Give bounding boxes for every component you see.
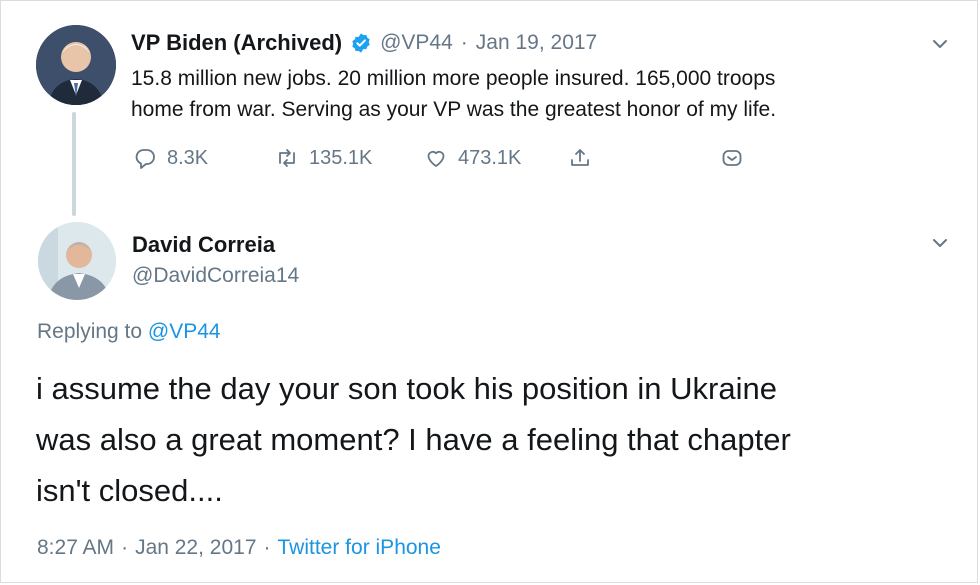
dm-icon — [722, 150, 742, 166]
reply-action[interactable]: 8.3K — [133, 146, 208, 170]
dm-action[interactable] — [720, 146, 744, 170]
share-action[interactable] — [568, 146, 592, 170]
retweet-action[interactable]: 135.1K — [275, 146, 372, 170]
separator-dot: · — [263, 536, 271, 559]
tweet-date[interactable]: Jan 19, 2017 — [476, 31, 597, 55]
verified-badge-icon — [350, 32, 372, 54]
like-count: 473.1K — [458, 146, 522, 169]
reply-author-handle[interactable]: @DavidCorreia14 — [132, 264, 299, 288]
reply-text-line-3: isn't closed.... — [36, 473, 223, 508]
reply-text-line-1: i assume the day your son took his posit… — [36, 371, 777, 406]
tweet-text-line-2: home from war. Serving as your VP was th… — [131, 98, 777, 121]
replying-to-handle-link[interactable]: @VP44 — [148, 320, 221, 343]
thread-connector-line — [72, 112, 76, 216]
separator-dot: · — [121, 536, 129, 559]
avatar-vp-biden[interactable] — [36, 25, 116, 105]
author-name[interactable]: VP Biden (Archived) — [131, 30, 342, 56]
retweet-icon — [279, 149, 295, 167]
reply-source-link[interactable]: Twitter for iPhone — [278, 536, 441, 560]
retweet-count: 135.1K — [309, 146, 373, 169]
replying-to-line: Replying to @VP44 — [37, 320, 221, 344]
reply-time[interactable]: 8:27 AM — [37, 536, 114, 560]
tweet-text-line-1: 15.8 million new jobs. 20 million more p… — [131, 67, 776, 90]
avatar-david-correia[interactable] — [38, 222, 116, 300]
share-icon — [571, 149, 589, 166]
reply-count: 8.3K — [167, 146, 209, 169]
reply-date[interactable]: Jan 22, 2017 — [135, 536, 256, 560]
chevron-down-icon[interactable] — [930, 233, 950, 253]
like-icon — [427, 150, 445, 167]
author-handle[interactable]: @VP44 — [380, 31, 453, 55]
reply-author-name[interactable]: David Correia — [132, 232, 275, 258]
reply-text-line-2: was also a great moment? I have a feelin… — [36, 422, 791, 457]
separator-dot: · — [460, 31, 468, 54]
reply-meta: 8:27 AM · Jan 22, 2017 · Twitter for iPh… — [37, 536, 441, 560]
like-action[interactable]: 473.1K — [424, 146, 521, 170]
chevron-down-icon[interactable] — [930, 34, 950, 54]
replying-to-prefix: Replying to — [37, 320, 143, 343]
reply-icon — [135, 149, 155, 169]
